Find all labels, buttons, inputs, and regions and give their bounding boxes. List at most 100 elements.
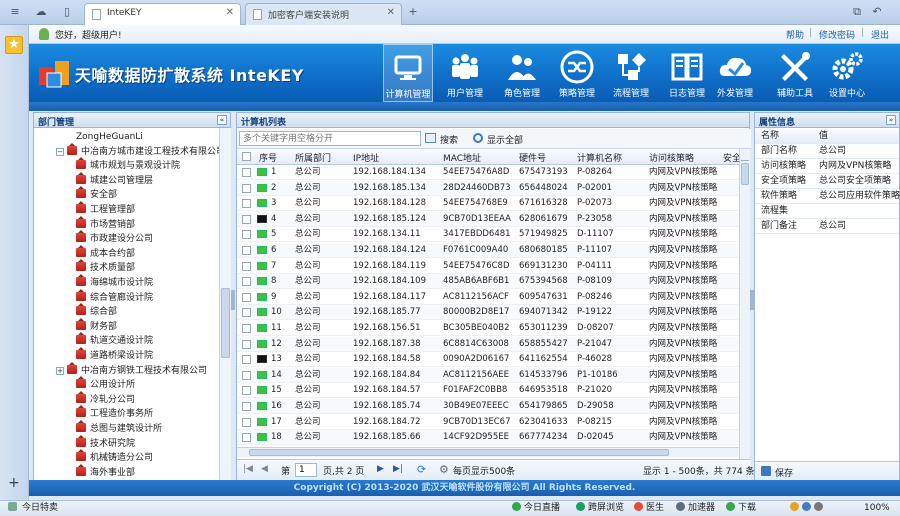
help-link[interactable]: 帮助 (786, 28, 804, 41)
row-checkbox[interactable] (242, 183, 251, 193)
zoom-level[interactable]: 100% (864, 501, 890, 516)
search-button[interactable]: 搜索 (440, 133, 458, 146)
row-checkbox[interactable] (242, 246, 251, 255)
status-tools[interactable] (790, 501, 826, 516)
tree-node[interactable]: 轨道交通设计院 (76, 332, 153, 348)
table-row[interactable]: 8 总公司 192.168.184.109 485AB6ABF6B1 675394568… (237, 274, 739, 290)
horizontal-scrollbar[interactable] (237, 447, 739, 457)
column-header[interactable]: 访问核策略 (649, 151, 694, 164)
tree-node[interactable]: 综合管廊设计院 (76, 288, 153, 305)
nav-item-book[interactable]: 日志管理 (662, 44, 712, 102)
tab-intekey[interactable]: InteKEY ✕ (84, 3, 241, 25)
table-row[interactable]: 4 总公司 192.168.185.124 9CB70D13EEAA 628061679… (237, 211, 739, 227)
row-checkbox[interactable] (242, 433, 251, 443)
logout-link[interactable]: 退出 (871, 28, 889, 41)
table-row[interactable]: 6 总公司 192.168.184.124 F0761C009A40 680680185… (237, 243, 739, 258)
tree-node[interactable]: 海绵城市设计院 (76, 274, 153, 290)
column-header[interactable]: 所属部门 (295, 151, 331, 164)
gear-icon[interactable]: ⚙ (439, 463, 449, 476)
nav-item-monitor[interactable]: 计算机管理 (383, 44, 433, 102)
close-tab-icon[interactable]: ✕ (387, 7, 395, 18)
tree-node[interactable]: 海外事业部 (76, 463, 135, 480)
show-all-button[interactable]: 显示全部 (487, 133, 523, 146)
last-page-icon[interactable]: ▶| (393, 464, 403, 474)
nav-item-tools[interactable]: 辅助工具 (770, 44, 820, 102)
tree-node[interactable]: 工程造价事务所 (76, 405, 153, 421)
nav-item-cloud[interactable]: 外发管理 (710, 44, 760, 102)
table-row[interactable]: 18 总公司 192.168.185.66 14CF92D955EE 667774234… (237, 430, 739, 446)
grid-scrollbar[interactable] (739, 149, 750, 461)
nav-item-gears[interactable]: 设置中心 (822, 44, 872, 102)
property-row[interactable]: 软件策略 总公司应用软件策略 (755, 189, 900, 204)
menu-icon[interactable]: ≡ (6, 4, 24, 20)
tree-node[interactable]: 工程管理部 (76, 201, 135, 217)
column-header[interactable]: 硬件号 (519, 151, 546, 164)
tab-install-guide[interactable]: 加密客户端安装说明 ✕ (245, 3, 402, 25)
status-doctor[interactable]: 医生 (634, 501, 664, 516)
status-accelerator[interactable]: 加速器 (676, 501, 715, 516)
add-icon[interactable]: + (8, 475, 20, 491)
tree-node[interactable]: 城建公司管理层 (76, 171, 153, 188)
table-row[interactable]: 7 总公司 192.168.184.119 54EE75476C8D 669131230… (237, 259, 739, 274)
prev-page-icon[interactable]: ◀ (261, 464, 268, 474)
table-row[interactable]: 1 总公司 192.168.184.134 54EE75476A8D 675473193… (237, 165, 739, 180)
tree-node[interactable]: 机械铸造分公司 (76, 449, 153, 465)
row-checkbox[interactable] (242, 386, 251, 396)
table-row[interactable]: 2 总公司 192.168.185.134 28D24460DB73 656448024… (237, 180, 739, 196)
restore-window-icon[interactable]: ⧉ (848, 4, 866, 20)
table-row[interactable]: 15 总公司 192.168.184.57 F01FAF2C0BB8 646953518… (237, 383, 739, 399)
tree-node[interactable]: 成本合约部 (76, 244, 135, 261)
row-checkbox[interactable] (242, 277, 251, 287)
scroll-up-icon[interactable] (741, 151, 749, 161)
close-tab-icon[interactable]: ✕ (226, 7, 234, 18)
today-deals-link[interactable]: 今日特卖 (22, 501, 58, 516)
row-checkbox[interactable] (242, 355, 251, 365)
tree-node[interactable]: 道路桥梁设计院 (76, 347, 153, 363)
tree-node[interactable]: 市政建设分公司 (76, 230, 153, 246)
collapse-left-icon[interactable]: « (217, 115, 227, 125)
hscroll-thumb[interactable] (249, 449, 669, 456)
expander-icon[interactable]: + (56, 366, 64, 375)
property-row[interactable]: 访问核策略 内网及VPN核策略 (755, 159, 899, 174)
property-row[interactable]: 部门备注 总公司 (755, 219, 899, 234)
device-icon[interactable]: ▯ (58, 4, 76, 20)
tree-node[interactable]: 市场营销部 (76, 215, 135, 232)
row-checkbox[interactable] (242, 199, 251, 209)
row-checkbox[interactable] (242, 417, 251, 427)
row-checkbox[interactable] (242, 214, 251, 224)
next-page-icon[interactable]: ▶ (377, 464, 384, 474)
collapse-right-icon[interactable]: » (886, 115, 896, 125)
row-checkbox[interactable] (242, 308, 251, 318)
per-page-selector[interactable]: 每页显示500条 (453, 464, 515, 477)
tree-scroll-thumb[interactable] (221, 288, 230, 358)
tree-node[interactable]: 公用设计所 (76, 376, 135, 392)
nav-item-shuffle[interactable]: 策略管理 (552, 44, 602, 102)
row-checkbox[interactable] (242, 168, 251, 177)
status-cross-screen[interactable]: 跨屏浏览 (576, 501, 624, 516)
refresh-icon[interactable]: ⟳ (417, 463, 426, 476)
nav-item-flow[interactable]: 流程管理 (606, 44, 656, 102)
table-row[interactable]: 12 总公司 192.168.187.38 6C8814C63008 658855427… (237, 336, 739, 352)
save-button[interactable]: 保存 (775, 466, 793, 479)
new-tab-icon[interactable]: + (404, 4, 422, 20)
tree-node[interactable]: 城市规划与景观设计院 (76, 157, 180, 173)
tree-node[interactable]: 技术质量部 (76, 259, 135, 275)
back-icon[interactable]: ↶ (868, 4, 886, 20)
search-input[interactable] (239, 131, 421, 146)
table-row[interactable]: 17 总公司 192.168.184.72 9CB70D13EC67 623041633… (237, 415, 739, 430)
page-number-input[interactable] (295, 463, 317, 477)
tree-scrollbar[interactable] (219, 128, 231, 482)
table-row[interactable]: 16 总公司 192.168.185.74 30B49E07EEEC 654179865… (237, 399, 739, 414)
nav-item-role[interactable]: 角色管理 (497, 44, 547, 102)
change-password-link[interactable]: 修改密码 (819, 28, 855, 41)
row-checkbox[interactable] (242, 292, 251, 302)
table-row[interactable]: 3 总公司 192.168.184.128 54EE754768E9 671616328… (237, 196, 739, 212)
tree-node[interactable]: 冷轧分公司 (76, 390, 135, 407)
grid-scroll-thumb[interactable] (741, 163, 749, 185)
table-row[interactable]: 14 总公司 192.168.184.84 AC8112156AEE 614533796… (237, 367, 739, 383)
cloud-icon[interactable]: ☁ (32, 4, 50, 20)
status-download[interactable]: 下载 (726, 501, 756, 516)
tree-node[interactable]: 总图与建筑设计所 (76, 420, 162, 436)
row-checkbox[interactable] (242, 261, 251, 271)
row-checkbox[interactable] (242, 402, 251, 411)
